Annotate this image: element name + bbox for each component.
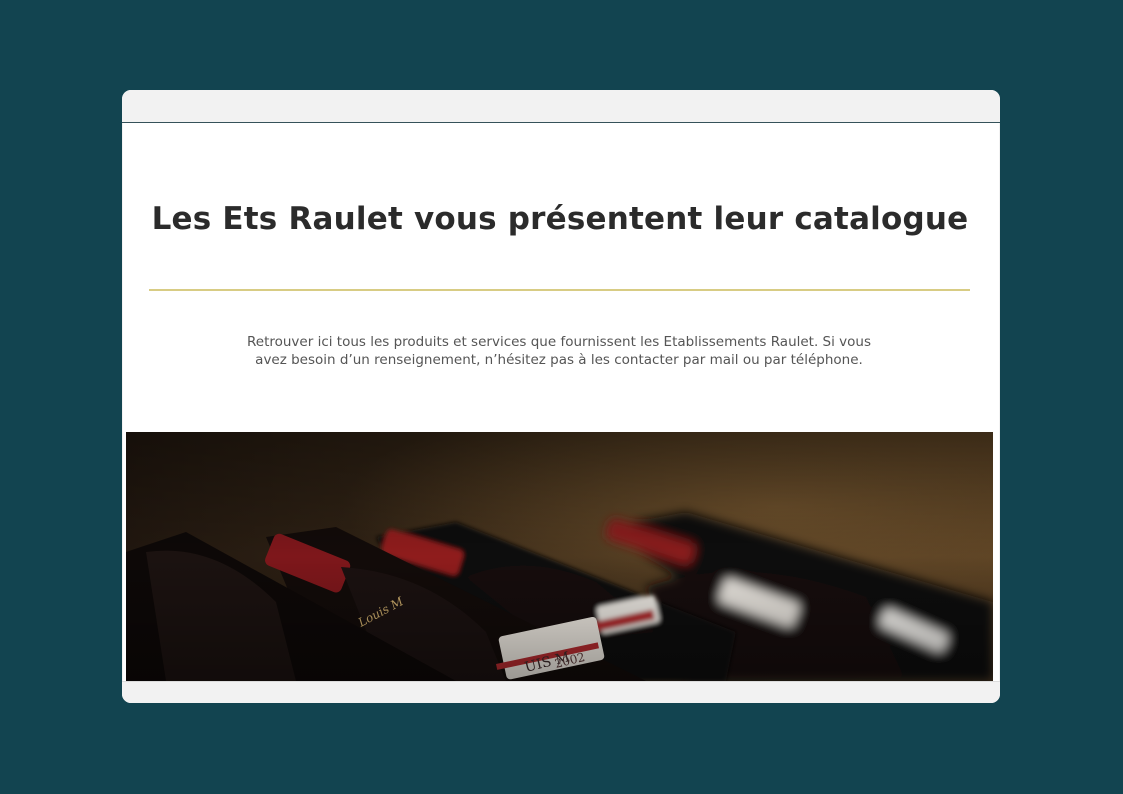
page-title: Les Ets Raulet vous présentent leur cata… xyxy=(151,201,969,237)
window-top-bar xyxy=(122,90,1000,123)
hero-image-wine-bottles: Louis M UIS M 2002 xyxy=(126,432,993,681)
page-content: Les Ets Raulet vous présentent leur cata… xyxy=(123,123,999,681)
browser-window: Les Ets Raulet vous présentent leur cata… xyxy=(122,90,1000,703)
window-bottom-bar xyxy=(122,681,1000,703)
title-divider xyxy=(149,289,970,291)
wine-bottles-illustration: Louis M UIS M 2002 xyxy=(126,432,993,681)
intro-paragraph: Retrouver ici tous les produits et servi… xyxy=(246,334,872,368)
